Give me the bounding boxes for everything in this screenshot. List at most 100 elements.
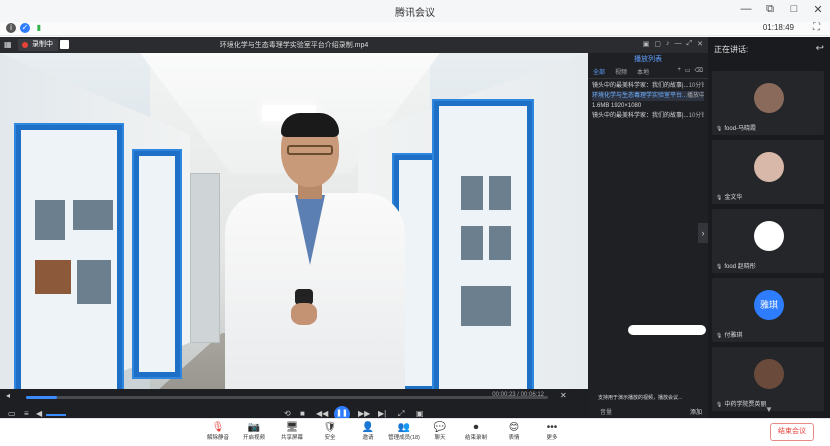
- end-meeting-button[interactable]: 结束会议: [770, 423, 814, 441]
- participant-tile[interactable]: food-马晓霞: [712, 71, 824, 135]
- back-icon[interactable]: ↩: [816, 43, 824, 54]
- title-bar: 腾讯会议 — ⧉ □ ✕: [0, 0, 830, 22]
- poster-board-left: [14, 123, 124, 413]
- video-top-bar: ▦ 录制中 环境化学与生态毒理学实验室平台介绍录制.mp4: [0, 37, 588, 53]
- participant-tile[interactable]: food 赵晓彤: [712, 209, 824, 273]
- share-screen-button[interactable]: 🖥 共享屏幕: [274, 421, 310, 442]
- playlist-title: 播放列表: [634, 56, 662, 63]
- participant-tile[interactable]: 雅琪 付雅琪: [712, 278, 824, 342]
- playlist-tools: + ▭ ⌫: [677, 67, 703, 74]
- meeting-toolbar: 🎙 解除静音 📷 开启视频 🖥 共享屏幕 🛡 安全 👤 邀请 👥 管理成员(18) 💬 聊天 …: [0, 418, 830, 446]
- meeting-timer: 01:18:49: [762, 23, 794, 32]
- seek-bar[interactable]: [26, 396, 548, 399]
- quick-tools-strip[interactable]: [628, 325, 706, 335]
- playlist: 镜头中的最美科学家：我们的故事|...10分钟 环境化学与生态毒理学实验室平台.…: [588, 79, 708, 123]
- next-icon[interactable]: ▶|: [378, 409, 386, 418]
- expand-icon[interactable]: ⤢: [687, 40, 693, 50]
- invite-button[interactable]: 👤 邀请: [350, 421, 386, 442]
- close-icon[interactable]: ✕: [812, 3, 824, 16]
- folder-add-icon[interactable]: ▭: [685, 67, 691, 74]
- playlist-tip: 支持用于演示播放的视频，播放会议...: [598, 395, 683, 401]
- mic-icon[interactable]: ♪: [666, 40, 670, 50]
- manage-members-button[interactable]: 👥 管理成员(18): [386, 421, 422, 442]
- rewind-icon[interactable]: ◀◀: [316, 409, 328, 418]
- close-player-icon[interactable]: ✕: [560, 391, 567, 400]
- poster-board-right: [432, 99, 534, 424]
- fullscreen-icon[interactable]: ⛶: [813, 22, 820, 33]
- playlist-item[interactable]: 镜头中的最美科学家：我们的故事|...10分钟: [592, 81, 704, 91]
- participant-name: 金文华: [716, 192, 742, 201]
- window-icon[interactable]: ▢: [654, 40, 661, 50]
- avatar: [754, 221, 784, 251]
- speaking-header: 正在讲话: ↩: [708, 37, 830, 61]
- shield-icon: 🛡: [323, 422, 337, 433]
- playlist-panel: ▣ ▢ ♪ — ⤢ ✕ 播放列表 全部 视频 本地 + ▭ ⌫ 镜头中的最美科学…: [588, 37, 708, 424]
- list-icon[interactable]: ≡: [24, 409, 29, 418]
- collapse-panel-handle[interactable]: ›: [698, 223, 708, 243]
- minimize-panel-icon[interactable]: —: [675, 40, 682, 50]
- start-video-button[interactable]: 📷 开启视频: [236, 421, 272, 442]
- folder-icon[interactable]: ▭: [8, 409, 16, 418]
- time-display: 00:00:23 / 00:06:12: [492, 392, 544, 398]
- mic-off-icon: 🎙: [211, 422, 225, 433]
- signal-icon: ▮: [36, 23, 42, 32]
- prev-icon[interactable]: ◂: [6, 391, 10, 400]
- reactions-button[interactable]: 😊 表情: [496, 421, 532, 442]
- delete-icon[interactable]: ⌫: [695, 67, 703, 74]
- shared-video[interactable]: [0, 53, 588, 424]
- stop-icon[interactable]: ■: [300, 409, 305, 418]
- subtitle-icon[interactable]: ▣: [416, 409, 424, 418]
- loop-icon[interactable]: ⟲: [284, 409, 291, 418]
- avatar: [754, 359, 784, 389]
- add-button[interactable]: 添加: [690, 407, 702, 416]
- stop-recording-button[interactable]: ⏺ 结束录制: [458, 421, 494, 442]
- participant-tile[interactable]: 金文华: [712, 140, 824, 204]
- restore-icon[interactable]: ⧉: [764, 3, 776, 16]
- participant-name: 中药学院贾英丽: [716, 399, 766, 408]
- playlist-item[interactable]: 环境化学与生态毒理学实验室平台... 播放中: [592, 91, 704, 101]
- window-controls: — ⧉ □ ✕: [740, 3, 824, 16]
- add-icon[interactable]: +: [677, 67, 681, 74]
- meeting-info-bar: i ✓ ▮ 01:18:49 ⛶: [0, 22, 830, 36]
- participant-name: 付雅琪: [716, 330, 742, 339]
- unmute-button[interactable]: 🎙 解除静音: [200, 421, 236, 442]
- info-icon[interactable]: i: [6, 23, 16, 33]
- record-icon: ⏺: [473, 422, 479, 433]
- shield-icon[interactable]: ✓: [20, 23, 30, 33]
- avatar: [754, 83, 784, 113]
- meeting-stage: ▦ 录制中 环境化学与生态毒理学实验室平台介绍录制.mp4 ◂ 00:00:23…: [0, 37, 830, 424]
- video-file-name: 环境化学与生态毒理学实验室平台介绍录制.mp4: [219, 42, 369, 49]
- participants-column: 正在讲话: ↩ food-马晓霞 金文华 food 赵晓彤 雅琪 付雅琪 中药学…: [708, 37, 830, 418]
- members-icon: 👥: [397, 422, 411, 433]
- scroll-down-icon[interactable]: ▼: [765, 405, 773, 414]
- security-button[interactable]: 🛡 安全: [312, 421, 348, 442]
- participant-tile[interactable]: 中药学院贾英丽: [712, 347, 824, 411]
- volume-slider[interactable]: [46, 414, 66, 416]
- playlist-item-meta: 1.6MB 1920×1080: [592, 103, 642, 109]
- close-panel-icon[interactable]: ✕: [697, 40, 703, 50]
- playlist-item[interactable]: 镜头中的最美科学家：我们的故事|...10分钟: [592, 111, 704, 121]
- tab-video[interactable]: 视频: [615, 67, 627, 78]
- tab-all[interactable]: 全部: [593, 67, 605, 78]
- volume-label: 音量: [600, 410, 613, 416]
- speaking-label: 正在讲话:: [714, 44, 749, 54]
- playlist-tabs: 全部 视频 本地 + ▭ ⌫: [588, 67, 708, 79]
- more-button[interactable]: ••• 更多: [534, 421, 570, 442]
- more-icon: •••: [546, 422, 558, 433]
- chat-icon: 💬: [433, 422, 447, 433]
- emoji-icon: 😊: [508, 422, 520, 433]
- chat-button[interactable]: 💬 聊天: [422, 421, 458, 442]
- corridor-door: [190, 173, 220, 343]
- camera-off-icon: 📷: [247, 422, 261, 433]
- panel-toolbar: ▣ ▢ ♪ — ⤢ ✕: [588, 37, 708, 53]
- pin-icon[interactable]: ▣: [643, 40, 650, 50]
- tab-local[interactable]: 本地: [637, 67, 649, 78]
- presenter: [225, 113, 405, 424]
- screen-share-icon: 🖥: [285, 422, 299, 433]
- participant-name: food-马晓霞: [716, 123, 756, 132]
- minimize-icon[interactable]: —: [740, 3, 752, 16]
- volume-icon[interactable]: ◀: [36, 409, 42, 418]
- maximize-icon[interactable]: □: [788, 3, 800, 16]
- seek-progress: [26, 396, 58, 399]
- forward-icon[interactable]: ▶▶: [358, 409, 370, 418]
